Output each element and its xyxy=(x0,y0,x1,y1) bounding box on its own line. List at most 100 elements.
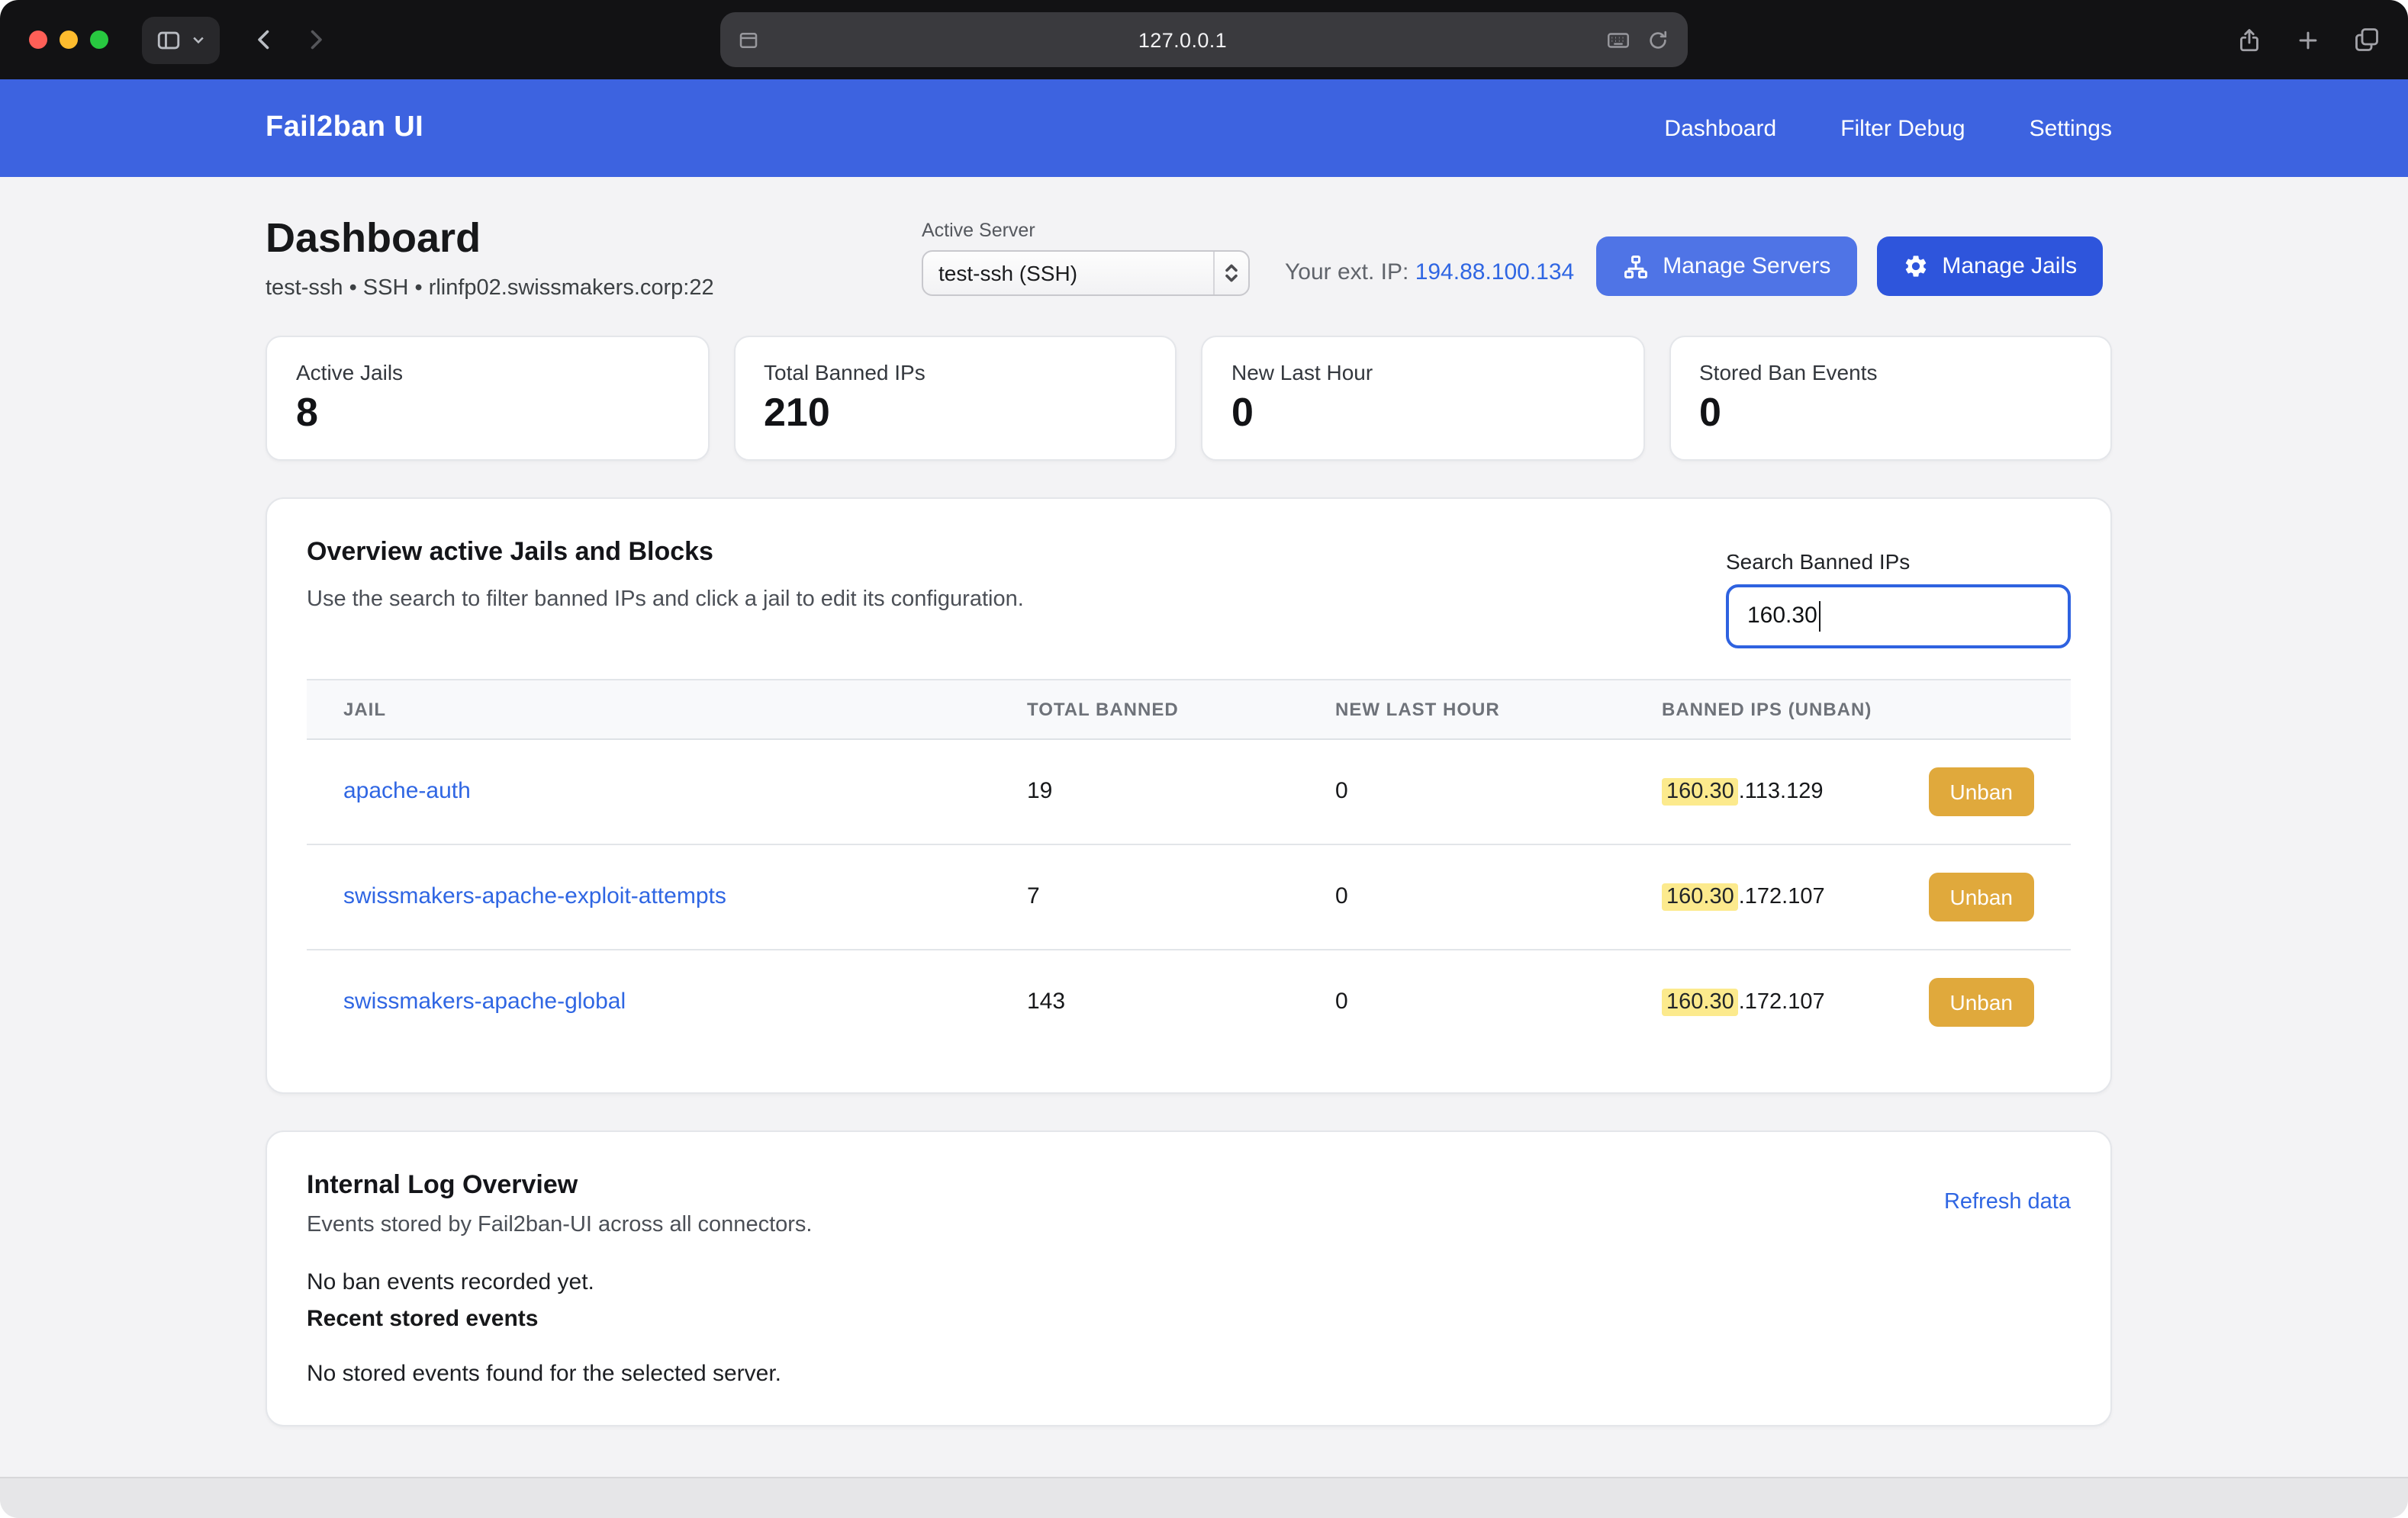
jail-link[interactable]: swissmakers-apache-global xyxy=(343,989,626,1015)
close-window-button[interactable] xyxy=(29,31,47,49)
jails-table: JAIL TOTAL BANNED NEW LAST HOUR BANNED I… xyxy=(307,678,2071,1053)
tab-overview-icon[interactable] xyxy=(2353,26,2381,53)
active-server-select[interactable]: test-ssh (SSH) xyxy=(922,250,1250,296)
ip-highlight: 160.30 xyxy=(1662,988,1739,1015)
banned-ip: 160.30.113.129 xyxy=(1662,779,1823,803)
page-content: Dashboard test-ssh • SSH • rlinfp02.swis… xyxy=(0,177,2408,1518)
stat-cards: Active Jails 8 Total Banned IPs 210 New … xyxy=(266,335,2112,460)
stat-label: New Last Hour xyxy=(1231,359,1614,384)
forward-button[interactable] xyxy=(302,26,330,53)
column-header-banned-ips: BANNED IPS (UNBAN) xyxy=(1625,698,2071,719)
column-header-jail: JAIL xyxy=(307,698,990,719)
stat-card-active-jails: Active Jails 8 xyxy=(266,335,709,460)
ip-rest: .113.129 xyxy=(1739,779,1824,803)
unban-button[interactable]: Unban xyxy=(1928,977,2034,1026)
ip-highlight: 160.30 xyxy=(1662,777,1739,805)
internal-log-card: Internal Log Overview Events stored by F… xyxy=(266,1130,2112,1426)
url-text: 127.0.0.1 xyxy=(760,28,1605,51)
browser-titlebar: 127.0.0.1 xyxy=(0,0,2408,79)
jail-link[interactable]: apache-auth xyxy=(343,778,471,804)
browser-window: 127.0.0.1 Fail2ban UI xyxy=(0,0,2408,1518)
stat-card-new-last-hour: New Last Hour 0 xyxy=(1201,335,1644,460)
banned-ip-cell: 160.30.172.107 Unban xyxy=(1625,872,2071,921)
fullscreen-window-button[interactable] xyxy=(90,31,108,49)
recent-stored-events-title: Recent stored events xyxy=(307,1305,2071,1331)
text-caret xyxy=(1819,600,1821,631)
jail-link[interactable]: swissmakers-apache-exploit-attempts xyxy=(343,883,726,909)
manage-servers-label: Manage Servers xyxy=(1663,253,1830,279)
select-arrows-icon xyxy=(1213,252,1248,294)
new-last-hour-cell: 0 xyxy=(1299,989,1625,1015)
unban-button[interactable]: Unban xyxy=(1928,872,2034,921)
column-header-new-last-hour: NEW LAST HOUR xyxy=(1299,698,1625,719)
banned-ip-cell: 160.30.172.107 Unban xyxy=(1625,977,2071,1026)
stat-value: 210 xyxy=(764,390,1146,433)
active-server-label: Active Server xyxy=(922,220,1250,241)
search-banned-ips-input[interactable]: 160.30 xyxy=(1726,584,2071,648)
banned-ip-cell: 160.30.113.129 Unban xyxy=(1625,767,2071,815)
table-row: swissmakers-apache-global 143 0 160.30.1… xyxy=(307,950,2071,1053)
page-menu-icon[interactable] xyxy=(737,28,760,51)
app-navbar: Fail2ban UI Dashboard Filter Debug Setti… xyxy=(0,79,2408,177)
search-banned-ips-label: Search Banned IPs xyxy=(1726,548,2071,573)
overview-subtitle: Use the search to filter banned IPs and … xyxy=(307,587,1024,611)
stat-label: Active Jails xyxy=(296,359,678,384)
column-header-total-banned: TOTAL BANNED xyxy=(990,698,1299,719)
window-bottom-edge xyxy=(0,1477,2408,1518)
total-banned-cell: 143 xyxy=(990,989,1299,1015)
nav-link-filter-debug[interactable]: Filter Debug xyxy=(1840,115,1965,141)
keyboard-icon[interactable] xyxy=(1605,27,1631,53)
page-title: Dashboard xyxy=(266,217,922,262)
stat-card-total-banned: Total Banned IPs 210 xyxy=(733,335,1177,460)
gear-icon xyxy=(1902,253,1928,279)
external-ip-label: Your ext. IP: xyxy=(1285,259,1408,285)
refresh-data-link[interactable]: Refresh data xyxy=(1944,1189,2071,1214)
table-row: swissmakers-apache-exploit-attempts 7 0 … xyxy=(307,844,2071,950)
minimize-window-button[interactable] xyxy=(60,31,78,49)
external-ip: Your ext. IP: 194.88.100.134 xyxy=(1285,259,1574,285)
table-row: apache-auth 19 0 160.30.113.129 Unban xyxy=(307,739,2071,844)
table-header-row: JAIL TOTAL BANNED NEW LAST HOUR BANNED I… xyxy=(307,678,2071,739)
search-input-value: 160.30 xyxy=(1747,603,1817,629)
nav-link-dashboard[interactable]: Dashboard xyxy=(1664,115,1776,141)
stat-value: 0 xyxy=(1231,390,1614,433)
stat-value: 8 xyxy=(296,390,678,433)
ip-rest: .172.107 xyxy=(1739,989,1825,1014)
stat-value: 0 xyxy=(1699,390,2081,433)
app-brand: Fail2ban UI xyxy=(266,111,423,145)
address-bar[interactable]: 127.0.0.1 xyxy=(720,12,1688,67)
manage-jails-label: Manage Jails xyxy=(1942,253,2077,279)
external-ip-value: 194.88.100.134 xyxy=(1415,259,1575,285)
stat-label: Total Banned IPs xyxy=(764,359,1146,384)
no-stored-events-text: No stored events found for the selected … xyxy=(307,1360,2071,1386)
sidebar-toggle-button[interactable] xyxy=(142,16,220,63)
stat-label: Stored Ban Events xyxy=(1699,359,2081,384)
no-ban-events-text: No ban events recorded yet. xyxy=(307,1269,2071,1294)
traffic-lights xyxy=(29,31,108,49)
manage-jails-button[interactable]: Manage Jails xyxy=(1876,236,2103,296)
new-tab-icon[interactable] xyxy=(2295,27,2321,53)
overview-card: Overview active Jails and Blocks Use the… xyxy=(266,497,2112,1093)
banned-ip: 160.30.172.107 xyxy=(1662,989,1825,1014)
nav-link-settings[interactable]: Settings xyxy=(2030,115,2112,141)
sitemap-icon xyxy=(1621,252,1649,280)
banned-ip: 160.30.172.107 xyxy=(1662,884,1825,909)
chevron-down-icon xyxy=(191,32,206,47)
reload-icon[interactable] xyxy=(1647,28,1669,51)
page-subtitle: test-ssh • SSH • rlinfp02.swissmakers.co… xyxy=(266,275,922,300)
back-button[interactable] xyxy=(250,26,278,53)
manage-servers-button[interactable]: Manage Servers xyxy=(1595,236,1856,296)
stat-card-stored-ban-events: Stored Ban Events 0 xyxy=(1669,335,2112,460)
active-server-value: test-ssh (SSH) xyxy=(923,261,1213,285)
log-title: Internal Log Overview xyxy=(307,1169,812,1200)
unban-button[interactable]: Unban xyxy=(1928,767,2034,815)
ip-highlight: 160.30 xyxy=(1662,883,1739,910)
log-subtitle: Events stored by Fail2ban-UI across all … xyxy=(307,1212,812,1237)
new-last-hour-cell: 0 xyxy=(1299,883,1625,909)
ip-rest: .172.107 xyxy=(1739,884,1825,909)
total-banned-cell: 19 xyxy=(990,778,1299,804)
share-icon[interactable] xyxy=(2236,25,2263,54)
total-banned-cell: 7 xyxy=(990,883,1299,909)
overview-title: Overview active Jails and Blocks xyxy=(307,536,1024,567)
new-last-hour-cell: 0 xyxy=(1299,778,1625,804)
